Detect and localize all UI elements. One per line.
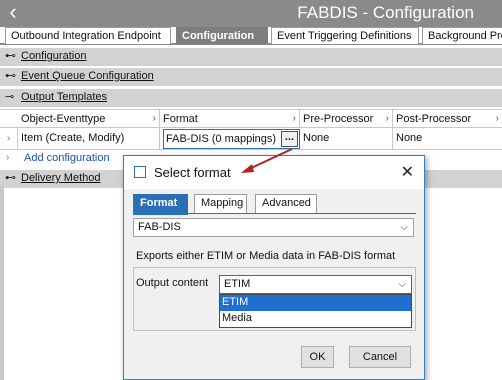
pin-icon: ⊷	[5, 172, 16, 184]
pin-icon: ⊷	[5, 50, 16, 62]
add-configuration-link[interactable]: Add configuration	[24, 152, 110, 164]
column-header-object-eventtype[interactable]: Object-Eventtype ›	[18, 110, 160, 127]
tab-mapping[interactable]: Mapping	[194, 194, 247, 213]
window-titlebar: ‹ FABDIS - Configuration	[0, 0, 502, 27]
dialog-tab-bar: Format Mapping Advanced	[133, 194, 416, 215]
format-select-value: FAB-DIS	[138, 221, 181, 233]
format-browse-button[interactable]: ...	[281, 131, 298, 147]
tab-advanced[interactable]: Advanced	[255, 194, 317, 213]
window-icon	[134, 166, 146, 178]
section-label: Delivery Method	[21, 172, 101, 184]
dialog-title: Select format	[154, 165, 231, 180]
pin-icon: ⊸	[5, 91, 15, 103]
pin-icon: ⊷	[5, 70, 16, 82]
dialog-titlebar[interactable]: Select format ✕	[124, 156, 424, 189]
section-label: Configuration	[21, 50, 87, 62]
section-label: Event Queue Configuration	[21, 70, 154, 82]
row-marker-icon: ›	[6, 152, 10, 163]
tab-background-processes[interactable]: Background Pro	[422, 27, 502, 44]
output-content-options: ETIM Media	[219, 294, 412, 328]
option-media[interactable]: Media	[220, 311, 411, 327]
output-content-value: ETIM	[224, 278, 251, 290]
column-header-format[interactable]: Format ›	[160, 110, 300, 127]
cell-post-processor[interactable]: None	[393, 128, 502, 149]
chevron-right-icon: ›	[385, 113, 389, 124]
cancel-button[interactable]: Cancel	[349, 346, 411, 368]
column-label: Pre-Processor	[303, 113, 374, 125]
cell-pre-processor[interactable]: None	[300, 128, 393, 149]
option-etim[interactable]: ETIM	[220, 295, 411, 311]
tab-bar: Outbound Integration Endpoint Configurat…	[0, 27, 502, 45]
chevron-down-icon: ⌵	[400, 222, 408, 233]
output-content-label: Output content	[136, 277, 209, 289]
section-configuration[interactable]: ⊷ Configuration	[0, 48, 502, 66]
format-select[interactable]: FAB-DIS ⌵	[133, 218, 414, 237]
column-label: Format	[163, 113, 198, 125]
column-header-post-processor[interactable]: Post-Processor ›	[393, 110, 502, 127]
close-icon[interactable]: ✕	[401, 162, 414, 182]
left-edge-divider	[0, 185, 4, 380]
cell-object-eventtype[interactable]: Item (Create, Modify)	[18, 128, 160, 149]
grid-header: Object-Eventtype › Format › Pre-Processo…	[0, 109, 502, 128]
row-marker-icon: ›	[0, 128, 18, 149]
table-row[interactable]: › Item (Create, Modify) FAB-DIS (0 mappi…	[0, 128, 502, 150]
column-label: Object-Eventtype	[21, 113, 106, 125]
format-description: Exports either ETIM or Media data in FAB…	[136, 250, 396, 262]
column-label: Post-Processor	[396, 113, 472, 125]
column-header-pre-processor[interactable]: Pre-Processor ›	[300, 110, 393, 127]
tab-configuration[interactable]: Configuration	[176, 27, 268, 44]
section-event-queue-configuration[interactable]: ⊷ Event Queue Configuration	[0, 68, 502, 86]
tab-outbound-integration-endpoint[interactable]: Outbound Integration Endpoint	[5, 27, 171, 44]
section-label: Output Templates	[21, 91, 108, 103]
back-icon[interactable]: ‹	[2, 1, 24, 24]
tab-format[interactable]: Format	[133, 194, 188, 215]
chevron-right-icon: ›	[495, 113, 499, 124]
ok-button[interactable]: OK	[301, 346, 334, 368]
window-title: FABDIS - Configuration	[297, 3, 474, 22]
chevron-down-icon: ⌵	[398, 279, 406, 290]
tab-event-triggering-definitions[interactable]: Event Triggering Definitions	[271, 27, 419, 44]
format-field[interactable]: FAB-DIS (0 mappings) ...	[163, 129, 300, 149]
select-format-dialog: Select format ✕ Format Mapping Advanced …	[123, 155, 425, 380]
format-value: FAB-DIS (0 mappings)	[166, 133, 277, 145]
output-content-select[interactable]: ETIM ⌵	[219, 275, 412, 294]
section-output-templates[interactable]: ⊸ Output Templates	[0, 89, 502, 107]
chevron-right-icon: ›	[152, 113, 156, 124]
chevron-right-icon: ›	[292, 113, 296, 124]
